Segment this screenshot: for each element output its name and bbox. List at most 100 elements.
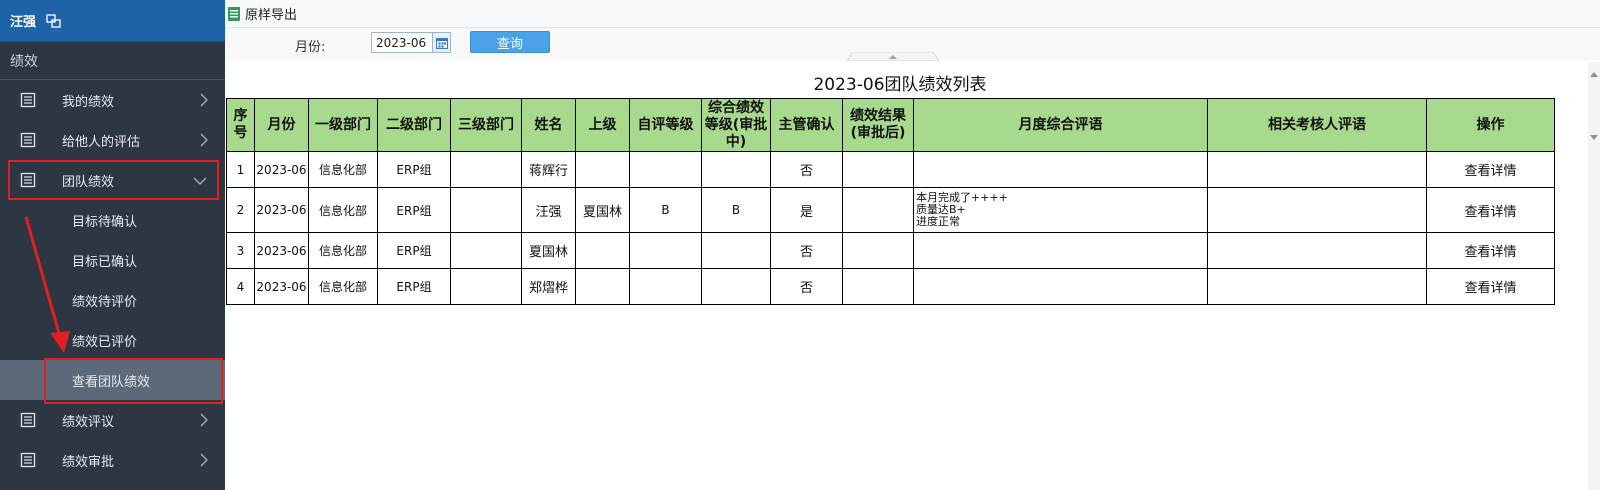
document-icon [20, 92, 36, 108]
chevron-right-icon [200, 413, 208, 427]
cell-comment [913, 268, 1208, 305]
column-header: 自评等级 [629, 98, 702, 152]
column-header: 一级部门 [308, 98, 378, 152]
cell-related-comment [1207, 187, 1427, 233]
calendar-button[interactable] [433, 32, 451, 53]
table-header-row: 序号 月份 一级部门 二级部门 三级部门 姓名 上级 自评等级 综合绩效等级(审… [226, 98, 1555, 152]
menu-item-performance-approval[interactable]: 绩效审批 [0, 440, 225, 480]
cell-month: 2023-06 [254, 232, 309, 269]
cell-dept1: 信息化部 [308, 268, 378, 305]
cell-comp-grade [701, 268, 771, 305]
cell-result [842, 151, 914, 188]
excel-export-icon[interactable] [227, 6, 241, 22]
cell-dept1: 信息化部 [308, 232, 378, 269]
cell-comment [913, 232, 1208, 269]
chevron-down-icon [193, 177, 207, 185]
menu-item-label: 团队绩效 [62, 174, 115, 190]
menu-item-my-performance[interactable]: 我的绩效 [0, 80, 225, 120]
column-header: 姓名 [521, 98, 576, 152]
column-header: 序号 [226, 98, 255, 152]
scroll-down-icon[interactable] [1590, 134, 1598, 142]
view-details-link[interactable]: 查看详情 [1426, 151, 1555, 188]
vertical-scrollbar[interactable] [1588, 62, 1600, 490]
menu-item-team-performance[interactable]: 团队绩效 [8, 160, 219, 200]
user-bar: 汪强 [0, 0, 225, 42]
menu-item-label: 绩效评议 [62, 414, 115, 430]
column-header: 上级 [575, 98, 630, 152]
column-header: 综合绩效等级(审批中) [701, 98, 771, 152]
column-header: 月度综合评语 [913, 98, 1208, 152]
cell-dept3 [450, 268, 522, 305]
cell-related-comment [1207, 232, 1427, 269]
sub-item-goal-pending[interactable]: 目标待确认 [0, 200, 225, 240]
document-icon [20, 412, 36, 428]
query-button[interactable]: 查询 [470, 31, 550, 53]
cell-confirm: 否 [770, 151, 843, 188]
cell-result [842, 187, 914, 233]
view-details-link[interactable]: 查看详情 [1426, 268, 1555, 305]
calendar-icon [435, 37, 448, 49]
cell-dept2: ERP组 [377, 268, 451, 305]
scroll-up-icon[interactable] [1590, 70, 1598, 78]
cell-self-grade [629, 232, 702, 269]
menu-item-evaluate-others[interactable]: 给他人的评估 [0, 120, 225, 160]
cell-superior: 夏国林 [575, 187, 630, 233]
cell-name: 夏国林 [521, 232, 576, 269]
column-header: 相关考核人评语 [1207, 98, 1427, 152]
month-input[interactable] [371, 32, 433, 53]
menu-item-performance-review[interactable]: 绩效评议 [0, 400, 225, 440]
chevron-right-icon [200, 453, 208, 467]
view-details-link[interactable]: 查看详情 [1426, 187, 1555, 233]
cell-self-grade: B [629, 187, 702, 233]
column-header: 二级部门 [377, 98, 451, 152]
cell-result [842, 268, 914, 305]
cell-no: 3 [226, 232, 255, 269]
sub-item-perf-pending[interactable]: 绩效待评价 [0, 280, 225, 320]
cell-related-comment [1207, 268, 1427, 305]
column-header: 操作 [1426, 98, 1555, 152]
table-row: 1 2023-06 信息化部 ERP组 蒋辉行 否 查看详情 [226, 151, 1555, 188]
cell-confirm: 否 [770, 232, 843, 269]
column-header: 主管确认 [770, 98, 843, 152]
sub-item-perf-evaluated[interactable]: 绩效已评价 [0, 320, 225, 360]
cell-name: 汪强 [521, 187, 576, 233]
report-title: 2023-06团队绩效列表 [813, 75, 987, 95]
menu-item-label: 我的绩效 [62, 94, 115, 110]
cell-month: 2023-06 [254, 268, 309, 305]
export-button[interactable]: 原样导出 [245, 4, 297, 23]
month-label: 月份: [295, 40, 326, 55]
switch-user-icon[interactable] [46, 13, 62, 29]
chevron-right-icon [200, 93, 208, 107]
cell-comp-grade [701, 232, 771, 269]
cell-month: 2023-06 [254, 187, 309, 233]
cell-month: 2023-06 [254, 151, 309, 188]
cell-dept2: ERP组 [377, 187, 451, 233]
table-row: 2 2023-06 信息化部 ERP组 汪强 夏国林 B B 是 本月完成了++… [226, 187, 1555, 233]
section-title: 绩效 [0, 42, 225, 80]
collapse-toggle-icon[interactable] [837, 52, 949, 61]
cell-confirm: 是 [770, 187, 843, 233]
chevron-right-icon [200, 133, 208, 147]
cell-dept3 [450, 151, 522, 188]
cell-name: 蒋辉行 [521, 151, 576, 188]
document-icon [20, 132, 36, 148]
cell-self-grade [629, 151, 702, 188]
cell-comp-grade: B [701, 187, 771, 233]
cell-superior [575, 232, 630, 269]
cell-result [842, 232, 914, 269]
report-area: 2023-06团队绩效列表 序号 月份 一级部门 二级部门 三级部门 姓名 上级… [225, 62, 1600, 490]
table-row: 3 2023-06 信息化部 ERP组 夏国林 否 查看详情 [226, 232, 1555, 269]
highlight-box [44, 358, 223, 404]
sub-item-goal-confirmed[interactable]: 目标已确认 [0, 240, 225, 280]
menu-item-label: 绩效审批 [62, 454, 115, 470]
cell-dept2: ERP组 [377, 151, 451, 188]
cell-dept3 [450, 187, 522, 233]
cell-comment: 本月完成了++++ 质量达B+ 进度正常 [913, 187, 1208, 233]
toolbar: 原样导出 [225, 0, 1600, 28]
menu-item-label: 给他人的评估 [62, 134, 141, 150]
cell-comp-grade [701, 151, 771, 188]
view-details-link[interactable]: 查看详情 [1426, 232, 1555, 269]
cell-dept1: 信息化部 [308, 151, 378, 188]
document-icon [20, 172, 36, 188]
cell-dept2: ERP组 [377, 232, 451, 269]
